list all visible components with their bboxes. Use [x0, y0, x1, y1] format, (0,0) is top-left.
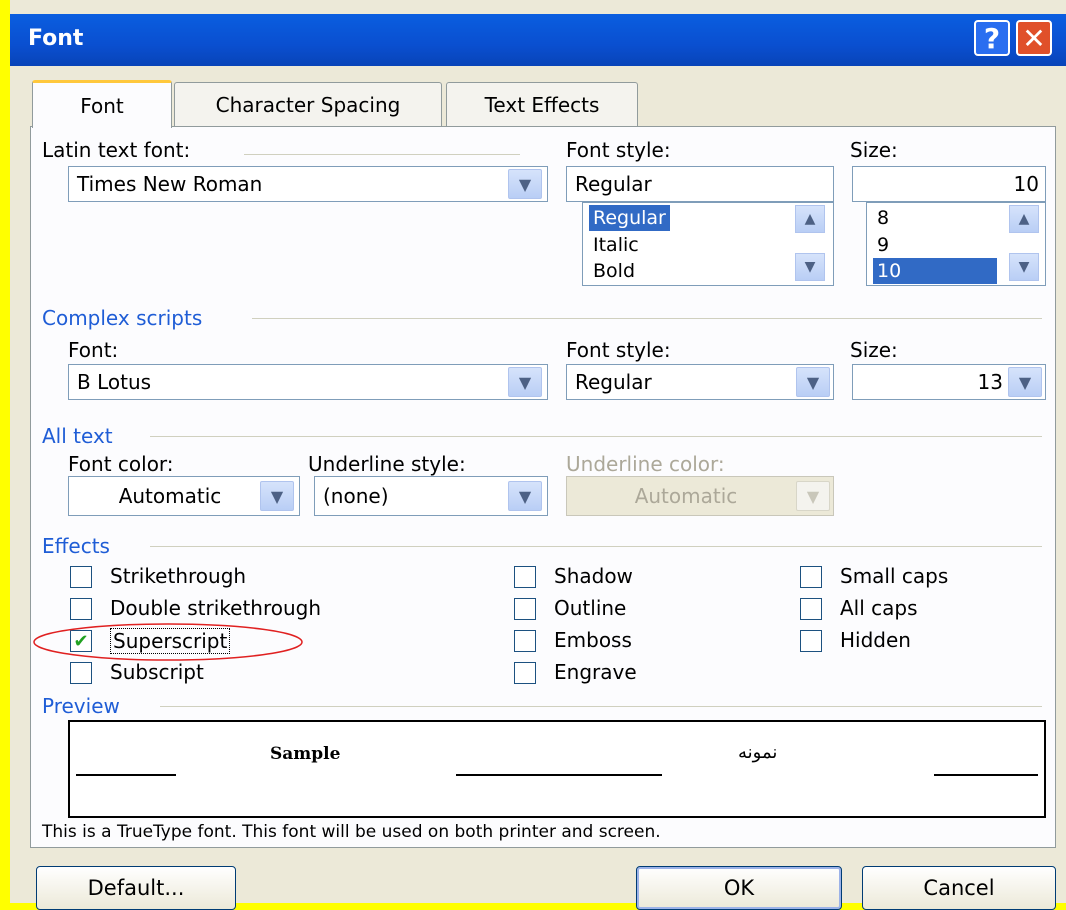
tab-font[interactable]: Font	[32, 80, 172, 128]
double-strikethrough-label: Double strikethrough	[110, 596, 322, 620]
tab-text-effects[interactable]: Text Effects	[446, 82, 638, 126]
latin-style-list[interactable]: Regular Italic Bold ▲ ▼	[582, 202, 834, 286]
baseline	[456, 774, 662, 776]
latin-style-label: Font style:	[566, 138, 671, 162]
divider	[150, 546, 1042, 547]
scroll-up-icon[interactable]: ▲	[1009, 205, 1039, 233]
preview-sample-complex: نمونه	[738, 742, 778, 763]
strikethrough-label: Strikethrough	[110, 564, 247, 588]
all-caps-label: All caps	[840, 596, 918, 620]
latin-font-select[interactable]: Times New Roman	[68, 166, 548, 202]
chevron-down-icon[interactable]: ▼	[796, 367, 830, 397]
list-item[interactable]: 9	[873, 232, 893, 258]
complex-style-label: Font style:	[566, 338, 671, 362]
double-strikethrough-checkbox[interactable]	[70, 598, 92, 620]
preview-sample-latin: Sample	[270, 744, 341, 764]
scroll-up-icon[interactable]: ▲	[795, 205, 825, 233]
hidden-label: Hidden	[840, 628, 911, 652]
strikethrough-checkbox[interactable]	[70, 566, 92, 588]
chevron-down-icon[interactable]: ▼	[508, 169, 542, 199]
underline-color-label: Underline color:	[566, 452, 725, 476]
baseline	[934, 774, 1038, 776]
shadow-label: Shadow	[554, 564, 633, 588]
underline-style-label: Underline style:	[308, 452, 466, 476]
dialog-title: Font	[28, 26, 84, 51]
annotation-ellipse	[33, 623, 303, 661]
chevron-down-icon[interactable]: ▼	[508, 481, 542, 511]
emboss-label: Emboss	[554, 628, 632, 652]
preview-group-label: Preview	[42, 694, 120, 718]
chevron-down-icon[interactable]: ▼	[1008, 367, 1042, 397]
engrave-checkbox[interactable]	[514, 662, 536, 684]
all-caps-checkbox[interactable]	[800, 598, 822, 620]
complex-size-value: 13	[977, 370, 1003, 394]
divider	[160, 706, 1042, 707]
scroll-down-icon[interactable]: ▼	[1009, 253, 1039, 281]
engrave-label: Engrave	[554, 660, 637, 684]
all-text-group-label: All text	[42, 424, 113, 448]
shadow-checkbox[interactable]	[514, 566, 536, 588]
divider	[150, 436, 1042, 437]
divider	[252, 318, 1042, 319]
font-color-label: Font color:	[68, 452, 174, 476]
title-bar[interactable]	[10, 14, 1066, 66]
latin-size-input[interactable]: 10	[852, 166, 1046, 202]
list-item[interactable]: Italic	[589, 232, 643, 258]
complex-font-value: B Lotus	[77, 370, 152, 394]
chevron-down-icon: ▼	[796, 481, 830, 511]
latin-size-list[interactable]: 8 9 10 ▲ ▼	[866, 202, 1046, 286]
outline-label: Outline	[554, 596, 627, 620]
chevron-down-icon[interactable]: ▼	[508, 367, 542, 397]
close-button[interactable]: ✕	[1016, 20, 1052, 56]
latin-size-label: Size:	[850, 138, 898, 162]
complex-font-select[interactable]: B Lotus	[68, 364, 548, 400]
close-icon: ✕	[1022, 21, 1046, 55]
subscript-checkbox[interactable]	[70, 662, 92, 684]
small-caps-checkbox[interactable]	[800, 566, 822, 588]
ok-button[interactable]: OK	[636, 866, 842, 910]
complex-style-value: Regular	[575, 370, 652, 394]
latin-font-value: Times New Roman	[77, 172, 263, 196]
font-color-value: Automatic	[118, 484, 222, 508]
hidden-checkbox[interactable]	[800, 630, 822, 652]
help-button[interactable]: ?	[974, 20, 1010, 56]
underline-color-value: Automatic	[634, 484, 738, 508]
complex-group-label: Complex scripts	[42, 306, 203, 330]
list-item[interactable]: 10	[873, 258, 997, 284]
latin-style-input[interactable]: Regular	[566, 166, 834, 202]
outline-checkbox[interactable]	[514, 598, 536, 620]
underline-style-value: (none)	[323, 484, 389, 508]
tab-character-spacing[interactable]: Character Spacing	[174, 82, 442, 126]
complex-size-label: Size:	[850, 338, 898, 362]
cancel-button[interactable]: Cancel	[862, 866, 1056, 910]
latin-font-label: Latin text font:	[42, 138, 191, 162]
divider	[244, 154, 520, 155]
list-item[interactable]: Bold	[589, 258, 639, 284]
preview-box: Sample نمونه	[68, 720, 1046, 818]
font-info-text: This is a TrueType font. This font will …	[42, 822, 661, 842]
baseline	[76, 774, 176, 776]
complex-font-label: Font:	[68, 338, 119, 362]
underline-color-select: Automatic	[566, 476, 834, 516]
default-button[interactable]: Default...	[36, 866, 236, 910]
list-item[interactable]: Regular	[589, 205, 670, 231]
list-item[interactable]: 8	[873, 205, 893, 231]
complex-style-select[interactable]: Regular	[566, 364, 834, 400]
effects-group-label: Effects	[42, 534, 110, 558]
small-caps-label: Small caps	[840, 564, 949, 588]
emboss-checkbox[interactable]	[514, 630, 536, 652]
scroll-down-icon[interactable]: ▼	[795, 253, 825, 281]
chevron-down-icon[interactable]: ▼	[260, 481, 294, 511]
